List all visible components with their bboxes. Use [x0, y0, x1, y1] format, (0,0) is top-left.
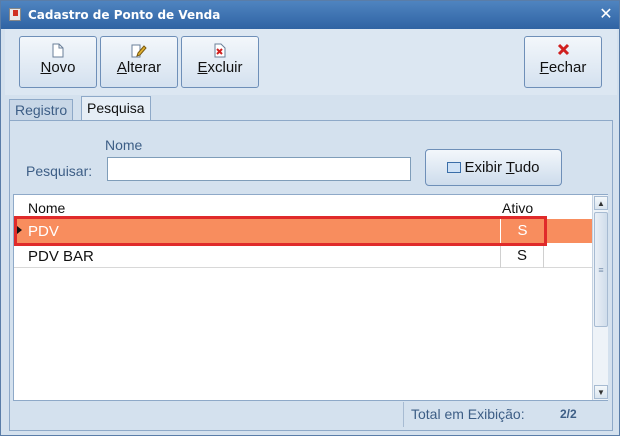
app-window: Cadastro de Ponto de Venda ✕ Novo Altera… — [0, 0, 620, 436]
tab-registro[interactable]: Registro — [9, 99, 74, 121]
novo-button[interactable]: Novo — [19, 36, 97, 88]
grid-header: Nome Ativo — [14, 195, 592, 217]
selection-highlight — [14, 216, 547, 246]
tab-pesquisa[interactable]: Pesquisa — [81, 96, 151, 121]
vertical-scrollbar[interactable]: ▲ ≡ ▼ — [592, 195, 608, 400]
scroll-down-icon[interactable]: ▼ — [594, 385, 608, 399]
total-label: Total em Exibição: — [411, 406, 525, 422]
results-grid[interactable]: Nome Ativo PDV S PDV BAR S ▲ ≡ ▼ — [13, 194, 608, 401]
close-x-icon — [525, 37, 601, 59]
column-header-ativo[interactable]: Ativo — [502, 200, 533, 216]
edit-icon — [101, 37, 177, 59]
excluir-button[interactable]: Excluir — [181, 36, 259, 88]
total-count: 2/2 — [560, 407, 577, 421]
window-close-button[interactable]: ✕ — [597, 5, 615, 23]
new-document-icon — [20, 37, 96, 59]
column-header-nome[interactable]: Nome — [28, 200, 65, 216]
delete-icon — [182, 37, 258, 59]
cell-ativo: S — [500, 244, 544, 268]
search-prefix-label: Pesquisar: — [26, 163, 93, 179]
title-bar: Cadastro de Ponto de Venda ✕ — [1, 1, 619, 29]
exibir-tudo-button[interactable]: Exibir Tudo — [425, 149, 562, 186]
table-row[interactable]: PDV BAR S — [14, 244, 592, 268]
footer-divider — [403, 402, 404, 427]
list-icon — [447, 162, 462, 173]
fechar-button[interactable]: Fechar — [524, 36, 602, 88]
cell-nome: PDV BAR — [28, 248, 94, 265]
scroll-thumb[interactable]: ≡ — [594, 212, 608, 327]
status-footer: Total em Exibição: 2/2 — [13, 402, 608, 427]
app-icon — [9, 8, 21, 21]
search-input[interactable] — [107, 157, 411, 181]
toolbar: Novo Alterar Excluir Fechar — [5, 29, 617, 95]
scroll-up-icon[interactable]: ▲ — [594, 196, 608, 210]
alterar-button[interactable]: Alterar — [100, 36, 178, 88]
window-title: Cadastro de Ponto de Venda — [28, 8, 221, 22]
search-field-label: Nome — [105, 137, 143, 153]
